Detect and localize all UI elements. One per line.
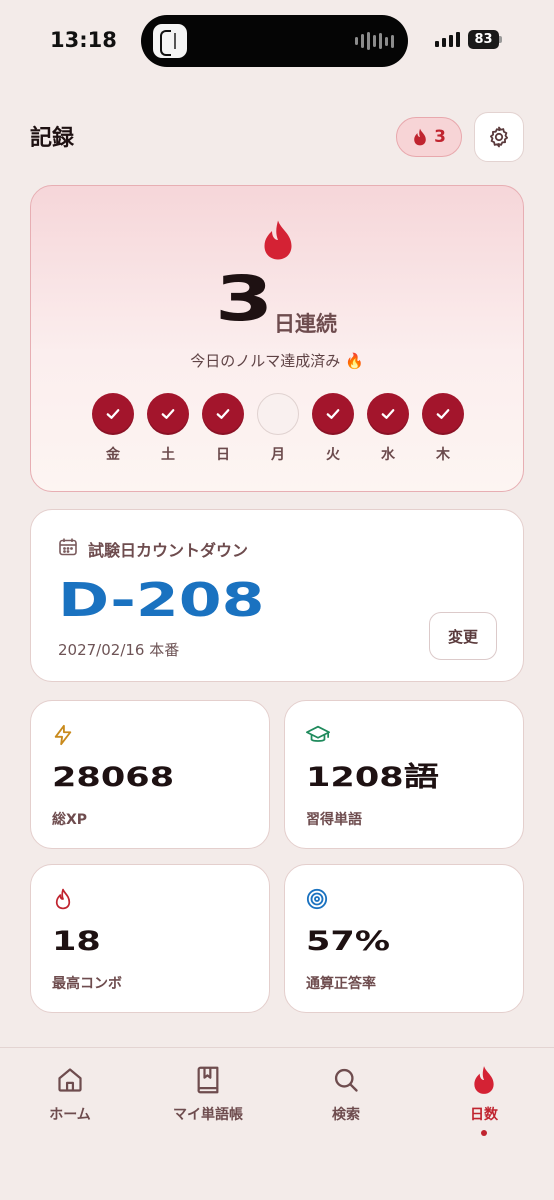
streak-card: 3 日連続 今日のノルマ達成済み 🔥 金 土 日 月 火 水 木	[30, 185, 524, 492]
nav-label: 検索	[332, 1107, 360, 1123]
day-3: 月	[257, 393, 299, 464]
stat-label: 総XP	[52, 812, 88, 828]
day-label: 土	[161, 447, 175, 463]
stat-card-combo: 18 最高コンボ	[30, 864, 270, 1013]
change-date-button[interactable]: 変更	[429, 612, 497, 660]
exam-date: 2027/02/16 本番	[58, 641, 180, 659]
day-1: 土	[147, 393, 189, 464]
audio-wave-icon	[355, 32, 394, 50]
day-label: 金	[106, 447, 120, 463]
stat-label: 通算正答率	[306, 976, 376, 992]
flame-icon	[264, 220, 292, 260]
stat-value: 18	[52, 926, 101, 957]
stat-label: 習得単語	[306, 812, 362, 828]
flame-icon	[55, 888, 71, 910]
status-time: 13:18	[50, 28, 117, 52]
nav-label: 日数	[470, 1107, 498, 1123]
bookmark-book-icon	[197, 1066, 219, 1094]
battery-level: 83	[468, 30, 499, 49]
nav-item-days[interactable]: 日数	[424, 1064, 544, 1136]
calendar-icon	[59, 538, 77, 556]
day-done-indicator	[92, 393, 134, 435]
day-done-indicator	[422, 393, 464, 435]
day-label: 水	[381, 447, 395, 463]
check-icon	[161, 409, 175, 419]
cellular-signal-icon	[435, 31, 460, 47]
check-icon	[436, 409, 450, 419]
day-5: 水	[367, 393, 409, 464]
day-done-indicator	[312, 393, 354, 435]
streak-message: 今日のノルマ達成済み 🔥	[190, 352, 364, 370]
nav-label: ホーム	[49, 1107, 91, 1123]
island-app-icon	[153, 24, 187, 58]
lightning-icon	[54, 724, 72, 746]
battery-icon: 83	[468, 30, 502, 49]
search-icon	[334, 1068, 358, 1092]
records-screen: 13:18 83 記録 3 3 日連続 今日のノルマ達成済み 🔥 金 土 日 月 火 水 木	[0, 0, 554, 1200]
stat-card-accuracy: 57% 通算正答率	[284, 864, 524, 1013]
day-label: 火	[326, 447, 340, 463]
active-indicator	[481, 1130, 487, 1136]
day-4: 火	[312, 393, 354, 464]
stat-label: 最高コンボ	[52, 976, 122, 992]
day-done-indicator	[367, 393, 409, 435]
check-icon	[381, 409, 395, 419]
flame-icon	[474, 1066, 494, 1094]
nav-label: マイ単語帳	[173, 1107, 243, 1123]
day-0: 金	[92, 393, 134, 464]
streak-unit: 日連続	[274, 312, 337, 336]
day-label: 木	[436, 447, 450, 463]
check-icon	[326, 409, 340, 419]
day-done-indicator	[202, 393, 244, 435]
check-icon	[106, 409, 120, 419]
nav-item-search[interactable]: 検索	[286, 1064, 406, 1124]
day-6: 木	[422, 393, 464, 464]
streak-badge[interactable]: 3	[396, 117, 462, 157]
bottom-nav: ホーム マイ単語帳 検索 日数	[0, 1047, 554, 1200]
countdown-card: 試験日カウントダウン D-208 2027/02/16 本番 変更	[30, 509, 524, 682]
settings-button[interactable]	[474, 112, 524, 162]
graduation-cap-icon	[306, 725, 330, 742]
day-label: 日	[216, 447, 230, 463]
nav-item-home[interactable]: ホーム	[10, 1064, 130, 1124]
streak-count: 3	[215, 262, 274, 335]
day-done-indicator	[147, 393, 189, 435]
stat-card-xp: 28068 総XP	[30, 700, 270, 849]
day-missed-indicator	[257, 393, 299, 435]
stat-value: 57%	[306, 926, 391, 957]
countdown-value: D-208	[58, 573, 265, 627]
home-icon	[58, 1068, 82, 1092]
page-title: 記録	[30, 126, 75, 151]
countdown-label: 試験日カウントダウン	[88, 541, 249, 560]
stat-card-words: 1208語 習得単語	[284, 700, 524, 849]
flame-icon	[414, 128, 426, 146]
target-icon	[306, 888, 328, 910]
dynamic-island[interactable]	[141, 15, 408, 67]
nav-item-my-wordbook[interactable]: マイ単語帳	[148, 1064, 268, 1124]
day-2: 日	[202, 393, 244, 464]
stat-value: 28068	[52, 762, 175, 793]
check-icon	[216, 409, 230, 419]
streak-badge-count: 3	[434, 127, 446, 147]
stat-value: 1208語	[306, 762, 439, 793]
gear-icon	[490, 126, 508, 148]
day-label: 月	[271, 447, 285, 463]
